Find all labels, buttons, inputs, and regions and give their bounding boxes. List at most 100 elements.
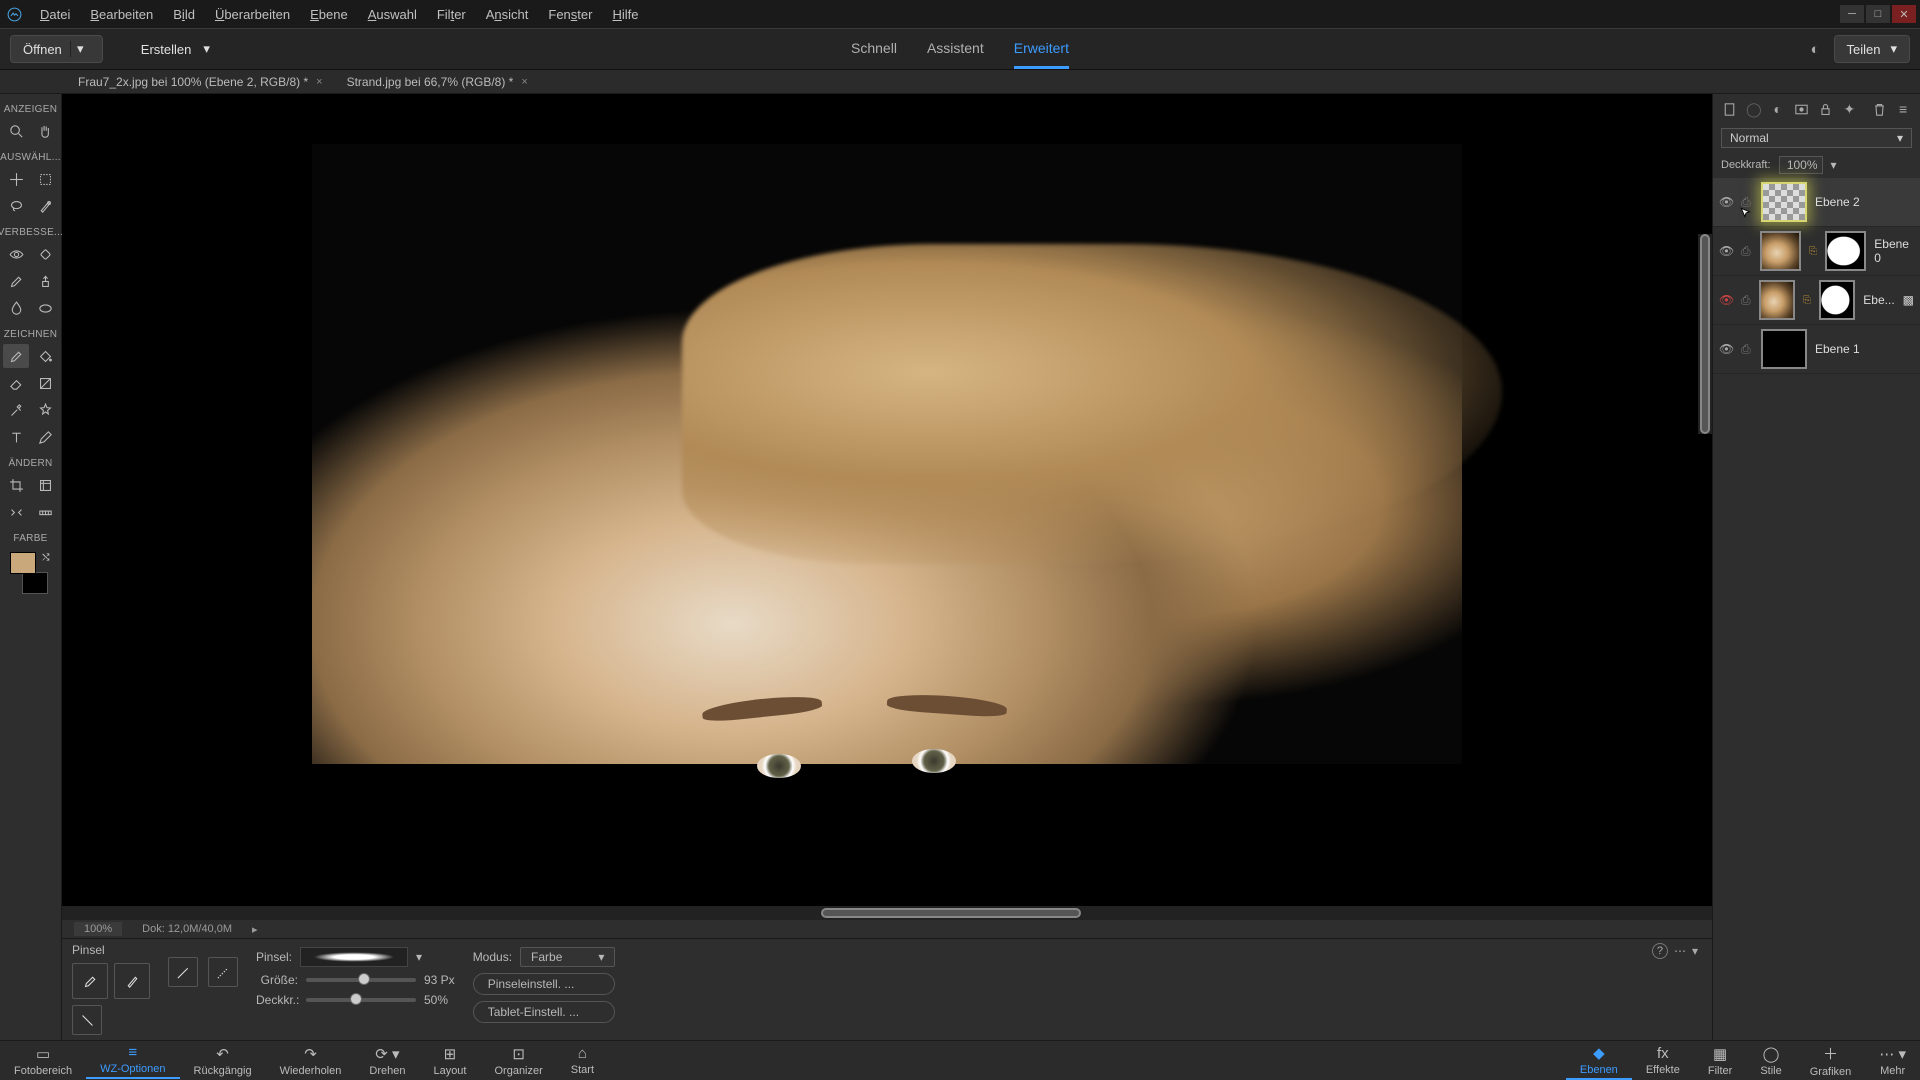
bottombar-rückgängig[interactable]: ↶Rückgängig (180, 1042, 266, 1079)
layer-row[interactable]: 👁 ⎙ ⎘ Ebe... ▩ (1713, 276, 1920, 325)
adjustment-layer-icon[interactable]: ◐ (1769, 100, 1787, 118)
menu-überarbeiten[interactable]: Überarbeiten (205, 7, 300, 22)
type-tool[interactable] (3, 425, 29, 449)
theme-toggle-icon[interactable]: ◐ (1810, 41, 1819, 58)
brush-subtype-1[interactable] (168, 957, 198, 987)
shape-tool[interactable] (32, 398, 58, 422)
layer-name[interactable]: Ebene 0 (1874, 237, 1914, 265)
delete-layer-icon[interactable] (1870, 100, 1888, 118)
bottombar-grafiken[interactable]: ＋Grafiken (1796, 1041, 1866, 1080)
crop-tool[interactable] (3, 473, 29, 497)
gradient-tool[interactable] (32, 371, 58, 395)
lock-layer-icon[interactable] (1817, 100, 1835, 118)
paint-bucket-tool[interactable] (32, 344, 58, 368)
mode-tab-assistent[interactable]: Assistent (927, 30, 984, 69)
share-button[interactable]: Teilen ▾ (1834, 35, 1911, 63)
brush-variant-3[interactable] (72, 1005, 102, 1035)
document-tab[interactable]: Frau7_2x.jpg bei 100% (Ebene 2, RGB/8) *… (70, 73, 331, 91)
tablet-settings-button[interactable]: Tablet-Einstell. ... (473, 1001, 616, 1023)
layer-mask-thumbnail[interactable] (1825, 231, 1866, 271)
open-button[interactable]: Öffnen ▾ (10, 35, 103, 63)
window-maximize-button[interactable]: □ (1866, 5, 1890, 23)
layer-thumbnail[interactable] (1761, 182, 1807, 222)
bottombar-wiederholen[interactable]: ↷Wiederholen (266, 1042, 356, 1079)
panel-menu-icon[interactable]: ≡ (1894, 100, 1912, 118)
mode-tab-erweitert[interactable]: Erweitert (1014, 30, 1069, 69)
lock-toggle-icon[interactable]: ⎙ (1741, 244, 1752, 259)
layer-thumbnail[interactable] (1759, 280, 1795, 320)
hand-tool[interactable] (32, 119, 58, 143)
move-tool[interactable] (3, 167, 29, 191)
bottombar-ebenen[interactable]: ◆Ebenen (1566, 1041, 1632, 1080)
bottombar-stile[interactable]: ◯Stile (1746, 1041, 1795, 1080)
fx-icon[interactable]: ✦ (1840, 100, 1858, 118)
brush-settings-button[interactable]: Pinseleinstell. ... (473, 973, 616, 995)
blend-mode-select[interactable]: Farbe ▾ (520, 947, 615, 967)
bottombar-mehr[interactable]: ⋯ ▾Mehr (1865, 1041, 1920, 1080)
layer-opacity-value[interactable]: 100% (1779, 156, 1823, 174)
add-mask-icon[interactable] (1793, 100, 1811, 118)
mode-tab-schnell[interactable]: Schnell (851, 30, 897, 69)
layer-row[interactable]: 👁 ⎙ Ebene 2 (1713, 178, 1920, 227)
redeye-tool[interactable] (3, 242, 29, 266)
color-swatches[interactable]: ⤭ (10, 552, 52, 594)
layer-mask-thumbnail[interactable] (1819, 280, 1855, 320)
menu-hilfe[interactable]: Hilfe (602, 7, 648, 22)
window-close-button[interactable]: ✕ (1892, 5, 1916, 23)
menu-bild[interactable]: Bild (163, 7, 205, 22)
spot-heal-tool[interactable] (32, 242, 58, 266)
visibility-toggle-icon[interactable]: 👁 (1719, 244, 1733, 258)
mask-link-icon[interactable]: ⎘ (1809, 246, 1817, 257)
layer-name[interactable]: Ebene 1 (1815, 342, 1860, 356)
zoom-readout[interactable]: 100% (74, 922, 122, 936)
clone-stamp-tool[interactable] (32, 269, 58, 293)
bottombar-fotobereich[interactable]: ▭Fotobereich (0, 1042, 86, 1079)
layer-name[interactable]: Ebene 2 (1815, 195, 1860, 209)
vertical-scrollbar[interactable] (1698, 234, 1712, 434)
background-color-swatch[interactable] (22, 572, 48, 594)
swap-colors-icon[interactable]: ⤭ (42, 552, 49, 563)
close-tab-icon[interactable]: × (316, 76, 322, 88)
brush-size-slider[interactable] (306, 978, 416, 982)
layer-row[interactable]: 👁 ⎙ Ebene 1 (1713, 325, 1920, 374)
sponge-tool[interactable] (32, 296, 58, 320)
foreground-color-swatch[interactable] (10, 552, 36, 574)
menu-ebene[interactable]: Ebene (300, 7, 358, 22)
bottombar-filter[interactable]: ▦Filter (1694, 1041, 1746, 1080)
layer-thumbnail[interactable] (1761, 329, 1807, 369)
recompose-tool[interactable] (32, 473, 58, 497)
brush-subtype-2[interactable] (208, 957, 238, 987)
eraser-tool[interactable] (3, 371, 29, 395)
new-layer-icon[interactable] (1721, 100, 1739, 118)
brush-size-value[interactable]: 93 Px (424, 973, 455, 987)
mask-link-icon[interactable]: ⎘ (1803, 295, 1811, 306)
bottombar-organizer[interactable]: ⊡Organizer (480, 1042, 556, 1079)
canvas-view[interactable] (62, 94, 1712, 906)
quick-select-tool[interactable] (32, 194, 58, 218)
bottombar-wz-optionen[interactable]: ≡WZ-Optionen (86, 1042, 179, 1079)
horizontal-scrollbar[interactable] (62, 906, 1712, 920)
create-button[interactable]: Erstellen ▾ (129, 35, 222, 63)
lasso-tool[interactable] (3, 194, 29, 218)
status-more-icon[interactable]: ▸ (252, 923, 258, 936)
help-icon[interactable]: ? (1652, 943, 1668, 959)
menu-ansicht[interactable]: Ansicht (476, 7, 539, 22)
eyedropper-tool[interactable] (3, 398, 29, 422)
layer-blend-mode-select[interactable]: Normal ▾ (1721, 128, 1912, 148)
marquee-tool[interactable] (32, 167, 58, 191)
brush-opacity-value[interactable]: 50% (424, 993, 448, 1007)
visibility-toggle-icon[interactable]: 👁 (1719, 293, 1733, 307)
pencil-tool[interactable] (32, 425, 58, 449)
brush-variant-1[interactable] (72, 963, 108, 999)
brush-variant-2[interactable] (114, 963, 150, 999)
menu-auswahl[interactable]: Auswahl (358, 7, 427, 22)
open-split-dropdown-icon[interactable]: ▾ (70, 41, 90, 57)
lock-toggle-icon[interactable]: ⎙ (1741, 293, 1751, 308)
blur-tool[interactable] (3, 296, 29, 320)
straighten-tool[interactable] (32, 500, 58, 524)
brush-preset-preview[interactable] (300, 947, 408, 967)
layer-row[interactable]: 👁 ⎙ ⎘ Ebene 0 (1713, 227, 1920, 276)
smart-brush-tool[interactable] (3, 269, 29, 293)
document-tab[interactable]: Strand.jpg bei 66,7% (RGB/8) * × (339, 73, 536, 91)
menu-fenster[interactable]: Fenster (538, 7, 602, 22)
